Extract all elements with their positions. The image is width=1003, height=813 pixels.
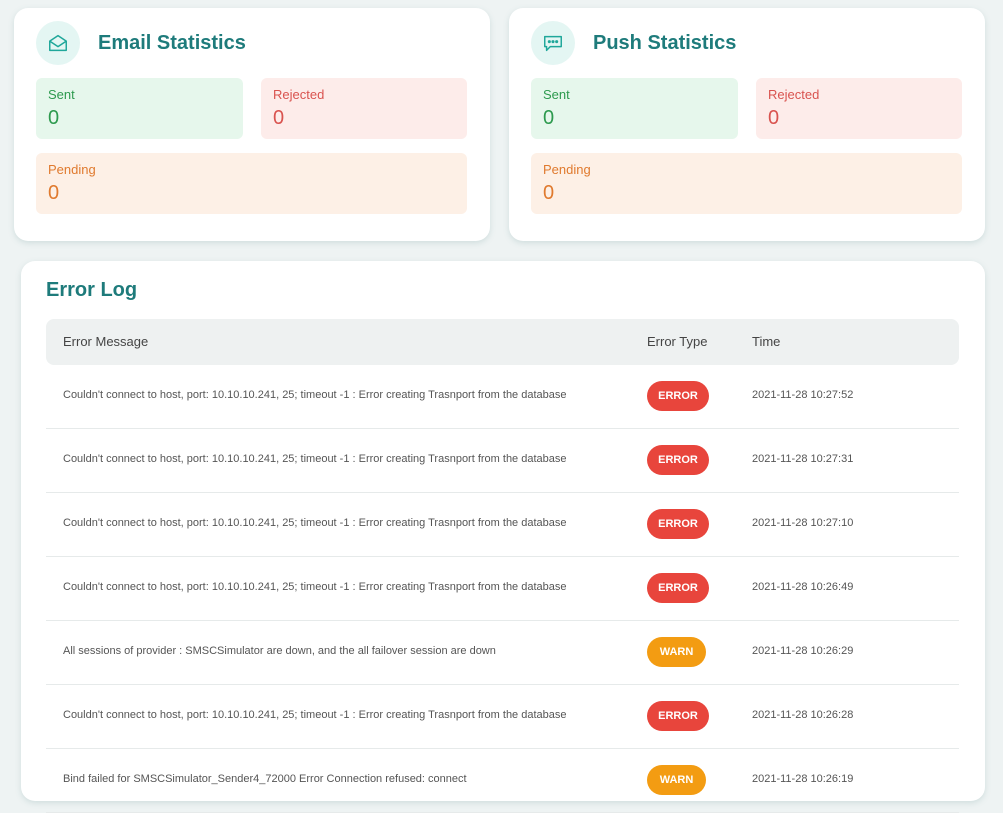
push-rejected-tile: Rejected 0 — [756, 78, 962, 139]
table-row[interactable]: Couldn't connect to host, port: 10.10.10… — [46, 493, 959, 557]
error-log-card: Error Log Error Message Error Type Time … — [21, 261, 985, 813]
time-cell: 2021-11-28 10:26:49 — [752, 581, 854, 593]
email-sent-value: 0 — [48, 107, 60, 129]
table-row[interactable]: Bind failed for SMSCSimulator_Sender4_72… — [46, 749, 959, 813]
error-type-badge: ERROR — [647, 445, 709, 475]
push-pending-label: Pending — [543, 162, 591, 177]
error-type-badge: WARN — [647, 637, 706, 667]
table-row[interactable]: Couldn't connect to host, port: 10.10.10… — [46, 685, 959, 749]
email-rejected-tile: Rejected 0 — [261, 78, 467, 139]
email-rejected-value: 0 — [273, 107, 285, 129]
error-message-cell: Bind failed for SMSCSimulator_Sender4_72… — [63, 773, 467, 785]
push-statistics-header: Push Statistics — [531, 21, 736, 65]
table-row[interactable]: Couldn't connect to host, port: 10.10.10… — [46, 557, 959, 621]
time-cell: 2021-11-28 10:26:28 — [752, 709, 854, 721]
push-rejected-value: 0 — [768, 107, 780, 129]
email-statistics-title: Email Statistics — [98, 31, 246, 54]
email-rejected-label: Rejected — [273, 87, 325, 102]
time-cell: 2021-11-28 10:26:29 — [752, 645, 854, 657]
time-cell: 2021-11-28 10:26:19 — [752, 773, 854, 785]
error-message-cell: Couldn't connect to host, port: 10.10.10… — [63, 453, 567, 465]
time-cell: 2021-11-28 10:27:52 — [752, 389, 854, 401]
email-pending-value: 0 — [48, 182, 60, 204]
error-message-cell: Couldn't connect to host, port: 10.10.10… — [63, 517, 567, 529]
error-type-badge: ERROR — [647, 509, 709, 539]
error-message-cell: All sessions of provider : SMSCSimulator… — [63, 645, 496, 657]
push-sent-tile: Sent 0 — [531, 78, 738, 139]
chat-bubble-icon — [531, 21, 575, 65]
error-log-rows: Couldn't connect to host, port: 10.10.10… — [46, 365, 959, 813]
error-message-cell: Couldn't connect to host, port: 10.10.10… — [63, 389, 567, 401]
error-message-cell: Couldn't connect to host, port: 10.10.10… — [63, 581, 567, 593]
time-cell: 2021-11-28 10:27:10 — [752, 517, 854, 529]
error-log-table-header: Error Message Error Type Time — [46, 319, 959, 365]
table-row[interactable]: Couldn't connect to host, port: 10.10.10… — [46, 365, 959, 429]
email-sent-tile: Sent 0 — [36, 78, 243, 139]
email-statistics-header: Email Statistics — [36, 21, 246, 65]
column-header-error-message[interactable]: Error Message — [63, 334, 148, 349]
table-row[interactable]: Couldn't connect to host, port: 10.10.10… — [46, 429, 959, 493]
email-pending-tile: Pending 0 — [36, 153, 467, 214]
column-header-time[interactable]: Time — [752, 334, 780, 349]
push-pending-value: 0 — [543, 182, 555, 204]
table-row[interactable]: All sessions of provider : SMSCSimulator… — [46, 621, 959, 685]
column-header-error-type[interactable]: Error Type — [647, 334, 707, 349]
error-type-badge: ERROR — [647, 701, 709, 731]
error-log-title: Error Log — [46, 279, 138, 301]
time-cell: 2021-11-28 10:27:31 — [752, 453, 854, 465]
push-statistics-card: Push Statistics Sent 0 Rejected 0 Pendin… — [509, 8, 985, 241]
push-sent-value: 0 — [543, 107, 555, 129]
error-message-cell: Couldn't connect to host, port: 10.10.10… — [63, 709, 567, 721]
email-sent-label: Sent — [48, 87, 75, 102]
push-statistics-title: Push Statistics — [593, 31, 737, 54]
error-type-badge: WARN — [647, 765, 706, 795]
push-sent-label: Sent — [543, 87, 570, 102]
push-rejected-label: Rejected — [768, 87, 820, 102]
email-statistics-card: Email Statistics Sent 0 Rejected 0 Pendi… — [14, 8, 490, 241]
envelope-open-icon — [36, 21, 80, 65]
email-pending-label: Pending — [48, 162, 96, 177]
push-pending-tile: Pending 0 — [531, 153, 962, 214]
error-type-badge: ERROR — [647, 573, 709, 603]
error-type-badge: ERROR — [647, 381, 709, 411]
